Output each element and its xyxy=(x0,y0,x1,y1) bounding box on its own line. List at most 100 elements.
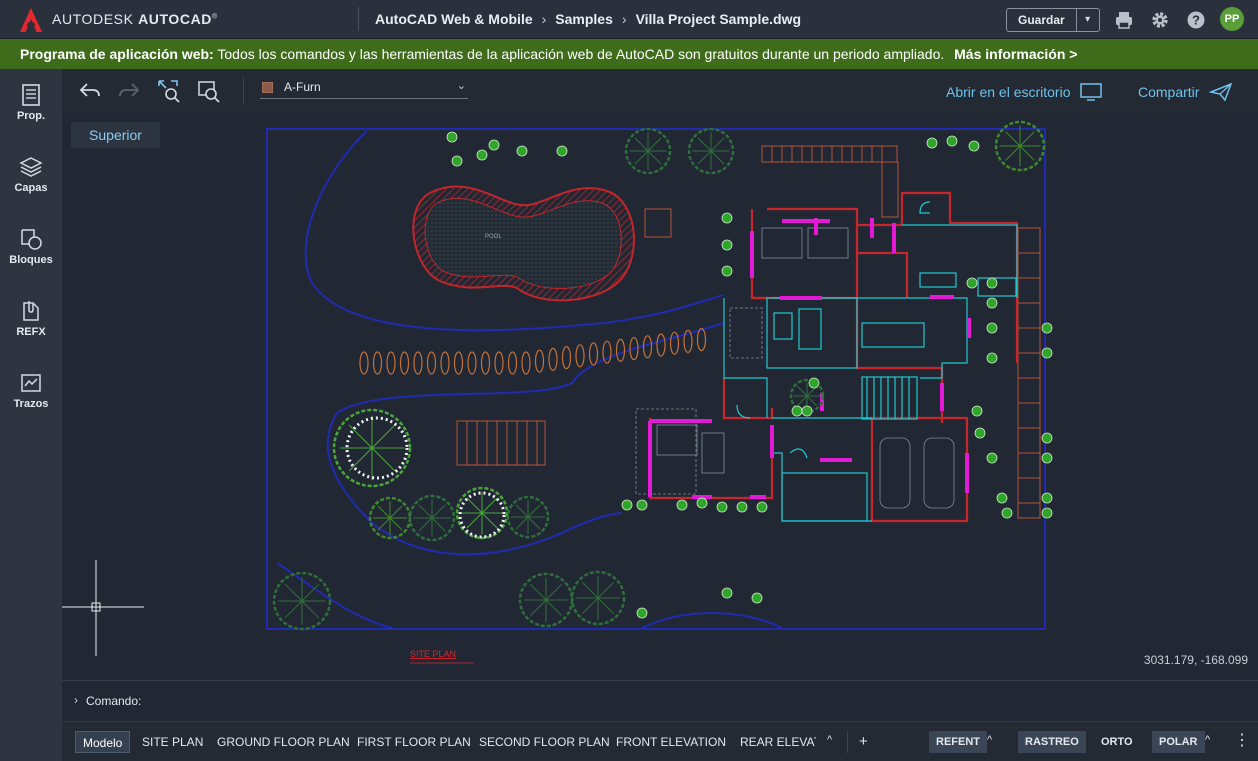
stepping-stone xyxy=(440,351,450,375)
more-options-icon[interactable]: ⋮ xyxy=(1234,731,1250,751)
breadcrumb-app[interactable]: AutoCAD Web & Mobile xyxy=(375,11,533,27)
shrub xyxy=(636,499,648,511)
garden-path xyxy=(276,562,393,629)
xref-icon xyxy=(23,301,39,321)
gear-icon[interactable] xyxy=(1150,10,1170,30)
tab-front-elevation[interactable]: FRONT ELEVATION xyxy=(616,731,726,753)
shrub xyxy=(926,137,938,149)
polar-toggle[interactable]: POLAR xyxy=(1152,731,1205,753)
open-desktop-button[interactable]: Abrir en el escritorio xyxy=(946,82,1103,102)
polar-options-caret-icon[interactable]: ^ xyxy=(1205,734,1210,746)
stepping-stone xyxy=(521,351,531,375)
banner-text: Todos los comandos y las herramientas de… xyxy=(217,46,945,62)
osnap-options-caret-icon[interactable]: ^ xyxy=(987,734,992,746)
undo-icon[interactable] xyxy=(78,79,102,103)
shrub xyxy=(974,427,986,439)
tree xyxy=(408,494,456,542)
shrub xyxy=(968,140,980,152)
sidebar-item-traces[interactable]: Trazos xyxy=(0,357,62,423)
share-button[interactable]: Compartir xyxy=(1138,82,1233,102)
shrub xyxy=(1041,322,1053,334)
ortho-toggle[interactable]: ORTO xyxy=(1094,731,1140,753)
shrub xyxy=(721,265,733,277)
help-icon[interactable]: ? xyxy=(1186,10,1206,30)
sidebar-item-label: Bloques xyxy=(9,254,53,266)
left-sidebar: Prop. Capas Bloques REFX Trazos xyxy=(0,69,62,761)
tab-model[interactable]: Modelo xyxy=(75,731,131,753)
toolbar: A-Furn ⌄ Abrir en el escritorio Comparti… xyxy=(62,69,1258,113)
stepping-stone xyxy=(561,346,572,370)
shrub xyxy=(721,212,733,224)
save-button[interactable]: Guardar xyxy=(1007,9,1077,31)
shrub xyxy=(721,239,733,251)
tab-site-plan[interactable]: SITE PLAN xyxy=(142,731,203,753)
layer-color-swatch xyxy=(262,82,273,93)
view-cube-label[interactable]: Superior xyxy=(71,122,160,148)
stepping-stone xyxy=(656,333,666,357)
tab-second-floor-plan[interactable]: SECOND FLOOR PLAN xyxy=(479,731,610,753)
print-icon[interactable] xyxy=(1114,10,1134,30)
shrub xyxy=(971,405,983,417)
pool-label: POOL xyxy=(485,234,502,240)
drawing-canvas[interactable]: POOL SITE PLAN Superior 3031.179, -168.0… xyxy=(62,113,1258,680)
tracking-toggle[interactable]: RASTREO xyxy=(1018,731,1086,753)
osnap-toggle[interactable]: REFENT xyxy=(929,731,987,753)
stepping-stone xyxy=(413,351,423,375)
shrub xyxy=(808,377,820,389)
layers-icon xyxy=(19,157,43,177)
monitor-icon xyxy=(1080,83,1103,101)
shrub xyxy=(986,352,998,364)
stepping-stone xyxy=(399,351,410,375)
add-layout-button[interactable]: + xyxy=(859,731,868,753)
shrub xyxy=(1041,432,1053,444)
tree xyxy=(570,570,626,626)
shrub xyxy=(516,145,528,157)
sidebar-item-label: Capas xyxy=(14,182,48,194)
traces-icon xyxy=(21,374,41,392)
layer-dropdown[interactable]: A-Furn ⌄ xyxy=(260,77,468,99)
layer-dropdown-value: A-Furn xyxy=(284,80,321,94)
tree xyxy=(518,572,574,628)
ucs-crosshair xyxy=(62,560,144,656)
shrub xyxy=(966,277,978,289)
user-avatar[interactable]: PP xyxy=(1220,7,1244,31)
stepping-stone xyxy=(615,338,626,362)
stepping-stone xyxy=(588,342,599,366)
shrub xyxy=(488,139,500,151)
shrub xyxy=(696,497,708,509)
banner-more-link[interactable]: Más información > xyxy=(954,46,1077,62)
tree xyxy=(272,571,332,631)
sidebar-item-xref[interactable]: REFX xyxy=(0,285,62,351)
sidebar-item-properties[interactable]: Prop. xyxy=(0,69,62,135)
stepping-stone xyxy=(602,340,612,364)
shrub xyxy=(986,452,998,464)
command-line[interactable]: › Comando: xyxy=(62,680,1258,721)
shrub xyxy=(636,607,648,619)
tab-rear-elevation[interactable]: REAR ELEVAT xyxy=(740,731,816,753)
zoom-extents-icon[interactable] xyxy=(157,79,181,103)
stepping-stone xyxy=(548,347,558,371)
sidebar-item-layers[interactable]: Capas xyxy=(0,141,62,207)
status-divider xyxy=(847,731,848,753)
shrub xyxy=(556,145,568,157)
breadcrumb-folder[interactable]: Samples xyxy=(555,11,613,27)
save-options-caret-icon[interactable]: ▾ xyxy=(1077,9,1099,31)
drawing-title: SITE PLAN xyxy=(410,649,456,659)
tree xyxy=(687,127,735,175)
redo-icon[interactable] xyxy=(117,79,141,103)
zoom-window-icon[interactable] xyxy=(197,79,221,103)
shrub xyxy=(476,149,488,161)
shrub xyxy=(946,135,958,147)
tab-first-floor-plan[interactable]: FIRST FLOOR PLAN xyxy=(357,731,471,753)
command-prompt: Comando: xyxy=(86,694,142,708)
trees xyxy=(272,120,1053,631)
open-desktop-label: Abrir en el escritorio xyxy=(946,84,1071,100)
top-header: AUTODESK AUTOCAD® AutoCAD Web & Mobile › S… xyxy=(0,0,1258,39)
shrub xyxy=(716,501,728,513)
sidebar-item-blocks[interactable]: Bloques xyxy=(0,213,62,279)
stepping-stone xyxy=(494,351,504,375)
shrub xyxy=(801,405,813,417)
wood-deck xyxy=(456,420,546,466)
tabs-expand-caret-icon[interactable]: ^ xyxy=(827,734,832,746)
tab-ground-floor-plan[interactable]: GROUND FLOOR PLAN xyxy=(217,731,350,753)
